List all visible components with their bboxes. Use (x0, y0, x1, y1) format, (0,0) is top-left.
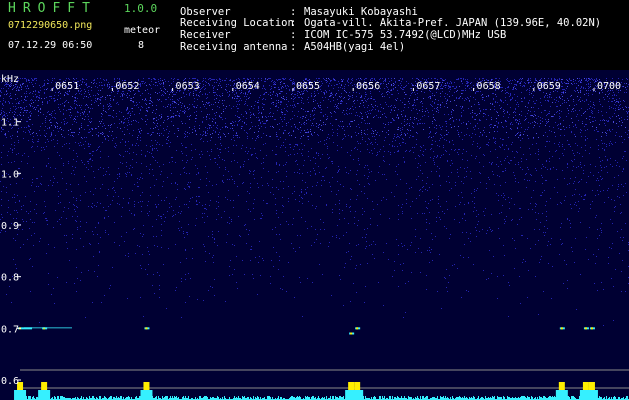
activity-spike-base (351, 390, 364, 400)
activity-spike-base (585, 390, 598, 400)
activity-spike-base (14, 390, 27, 400)
echo-core (590, 327, 593, 330)
x-tick-label: 0655 (296, 81, 320, 92)
x-tick-label: 0700 (597, 81, 621, 92)
info-row-receiver: Receiver : ICOM IC-575 53.7492(@LCD)MHz … (180, 29, 506, 41)
plot-background (0, 70, 629, 400)
y-tick-label: 0.6 (1, 376, 19, 387)
file-name: 0712290650.png (8, 20, 93, 31)
activity-spike-base (555, 390, 568, 400)
x-tick-label: 0658 (477, 81, 501, 92)
info-colon: : (290, 41, 297, 53)
info-row-antenna: Receiving antenna : A504HB(yagi 4el) (180, 41, 405, 53)
x-tick-label: 0659 (537, 81, 561, 92)
echo-core (145, 327, 148, 330)
y-tick-label: 1.1 (1, 118, 19, 129)
info-label: Receiving antenna (180, 41, 288, 53)
info-label: Receiver (180, 29, 231, 41)
x-tick-label: 0651 (55, 81, 79, 92)
x-tick-label: 0652 (115, 81, 139, 92)
meteor-count: 8 (138, 40, 145, 51)
info-colon: : (290, 29, 297, 41)
y-tick-label: 0.8 (1, 273, 19, 284)
datetime: 07.12.29 06:50 (8, 40, 93, 51)
x-tick-label: 0654 (236, 81, 260, 92)
app-version: 1.0.0 (124, 2, 158, 15)
x-tick-label: 0657 (416, 81, 440, 92)
info-value: Ogata-vill. Akita-Pref. JAPAN (139.96E, … (304, 17, 602, 29)
y-tick-label: 0.9 (1, 221, 19, 232)
echo-core (584, 327, 587, 330)
info-row-location: Receiving Location : Ogata-vill. Akita-P… (180, 17, 601, 29)
echo-trail (24, 327, 72, 329)
info-value: ICOM IC-575 53.7492(@LCD)MHz USB (304, 29, 507, 41)
meteor-label: meteor (124, 25, 161, 36)
info-colon: : (290, 17, 297, 29)
spectrogram-plot: 0651 0652 0653 0654 0655 0656 0657 0658 0659 0700… (0, 70, 629, 400)
y-axis-label: kHz (1, 74, 19, 85)
x-tick-label: 0656 (356, 81, 380, 92)
info-value: A504HB(yagi 4el) (304, 41, 406, 53)
header-panel: HROFFT 1.0.0 0712290650.png 07.12.29 06:… (0, 0, 629, 70)
activity-spike-base (140, 390, 153, 400)
echo-core (356, 327, 359, 330)
echo-core (560, 327, 563, 330)
x-tick-label: 0653 (176, 81, 200, 92)
activity-spike-base (38, 390, 51, 400)
echo-core (350, 332, 353, 335)
y-tick-label: 1.0 (1, 169, 19, 180)
info-label: Receiving Location (180, 17, 294, 29)
y-tick-label: 0.7 (1, 324, 19, 335)
app-title: HROFFT (8, 1, 97, 16)
